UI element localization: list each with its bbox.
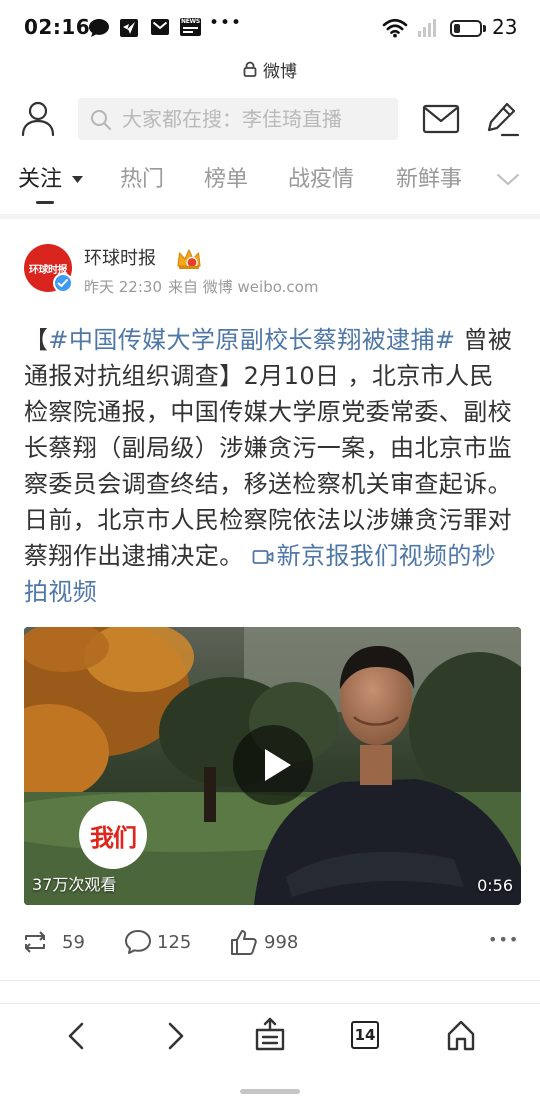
check-icon	[57, 279, 68, 287]
caret-down-icon[interactable]	[72, 176, 83, 184]
comment-icon[interactable]	[124, 929, 152, 955]
search-input[interactable]: 大家都在搜：李佳琦直播	[78, 98, 398, 140]
play-icon[interactable]	[233, 725, 313, 805]
wifi-icon	[382, 18, 408, 38]
bird-app-icon	[120, 19, 138, 37]
video-view-count: 37万次观看	[32, 875, 117, 894]
search-placeholder: 大家都在搜：李佳琦直播	[122, 107, 342, 131]
tab-new[interactable]: 新鲜事	[396, 160, 462, 200]
post-source: 来自 微博 weibo.com	[168, 278, 319, 296]
more-notifications: •••	[209, 13, 243, 33]
video-channel-logo: 我们	[79, 801, 147, 869]
comment-count[interactable]: 125	[157, 931, 191, 955]
post-body-text: 曾被通报对抗组织调查】2月10日 ，北京市人民检察院通报，中国传媒大学原党委常委…	[24, 326, 513, 570]
battery-percent: 23	[492, 15, 518, 39]
profile-icon[interactable]	[18, 98, 58, 138]
battery-icon	[450, 20, 482, 37]
forward-icon[interactable]	[160, 1020, 190, 1052]
status-bar: 02:16 NEWS ••• 23	[0, 0, 540, 52]
video-link-icon	[252, 550, 274, 564]
share-icon[interactable]	[253, 1017, 287, 1053]
more-options-button[interactable]: •••	[488, 930, 519, 949]
post-separator	[0, 980, 540, 981]
tab-ranking[interactable]: 榜单	[204, 160, 248, 200]
video-duration: 0:56	[477, 876, 513, 895]
author-name[interactable]: 环球时报	[84, 247, 156, 271]
like-icon[interactable]	[230, 928, 258, 956]
tab-count: 14	[354, 1026, 376, 1044]
post-text: 【#中国传媒大学原副校长蔡翔被逮捕# 曾被通报对抗组织调查】2月10日 ，北京市…	[24, 322, 518, 610]
news-icon: NEWS	[180, 18, 201, 36]
url-bar[interactable]: 微博	[0, 56, 540, 82]
tabs-button[interactable]: 14	[351, 1021, 379, 1049]
battery-level-fill	[454, 24, 460, 33]
verified-badge	[53, 273, 73, 293]
back-icon[interactable]	[62, 1020, 92, 1052]
feed-divider	[0, 214, 540, 219]
home-indicator[interactable]	[240, 1089, 300, 1094]
signal-icon	[418, 19, 436, 37]
lock-icon	[243, 61, 257, 77]
mail-icon	[151, 19, 169, 35]
chevron-down-icon[interactable]	[496, 172, 520, 188]
post-text-bracket: 【	[24, 326, 49, 354]
hashtag-link[interactable]: #中国传媒大学原副校长蔡翔被逮捕#	[48, 326, 455, 354]
mail-icon[interactable]	[422, 104, 460, 134]
post-time: 昨天 22:30	[84, 278, 162, 296]
tab-hot[interactable]: 热门	[120, 160, 164, 200]
video-player[interactable]: 我们 37万次观看 0:56	[24, 627, 521, 905]
repost-icon[interactable]	[20, 930, 50, 954]
crown-icon[interactable]	[176, 247, 202, 271]
like-count[interactable]: 998	[264, 931, 298, 955]
video-logo-text: 我们	[90, 823, 137, 852]
post-meta: 昨天 22:30 来自 微博 weibo.com	[84, 277, 318, 297]
tab-following[interactable]: 关注	[18, 160, 62, 200]
news-icon-label: NEWS	[181, 18, 200, 25]
home-icon[interactable]	[445, 1018, 477, 1052]
page-title: 微博	[263, 61, 297, 82]
status-time: 02:16	[24, 15, 91, 39]
chat-icon	[89, 19, 109, 37]
active-tab-indicator	[36, 201, 54, 204]
repost-count[interactable]: 59	[62, 931, 85, 955]
tab-epidemic[interactable]: 战疫情	[288, 160, 354, 200]
search-icon	[91, 110, 111, 130]
battery-nub	[483, 25, 486, 32]
compose-icon[interactable]	[484, 100, 520, 138]
